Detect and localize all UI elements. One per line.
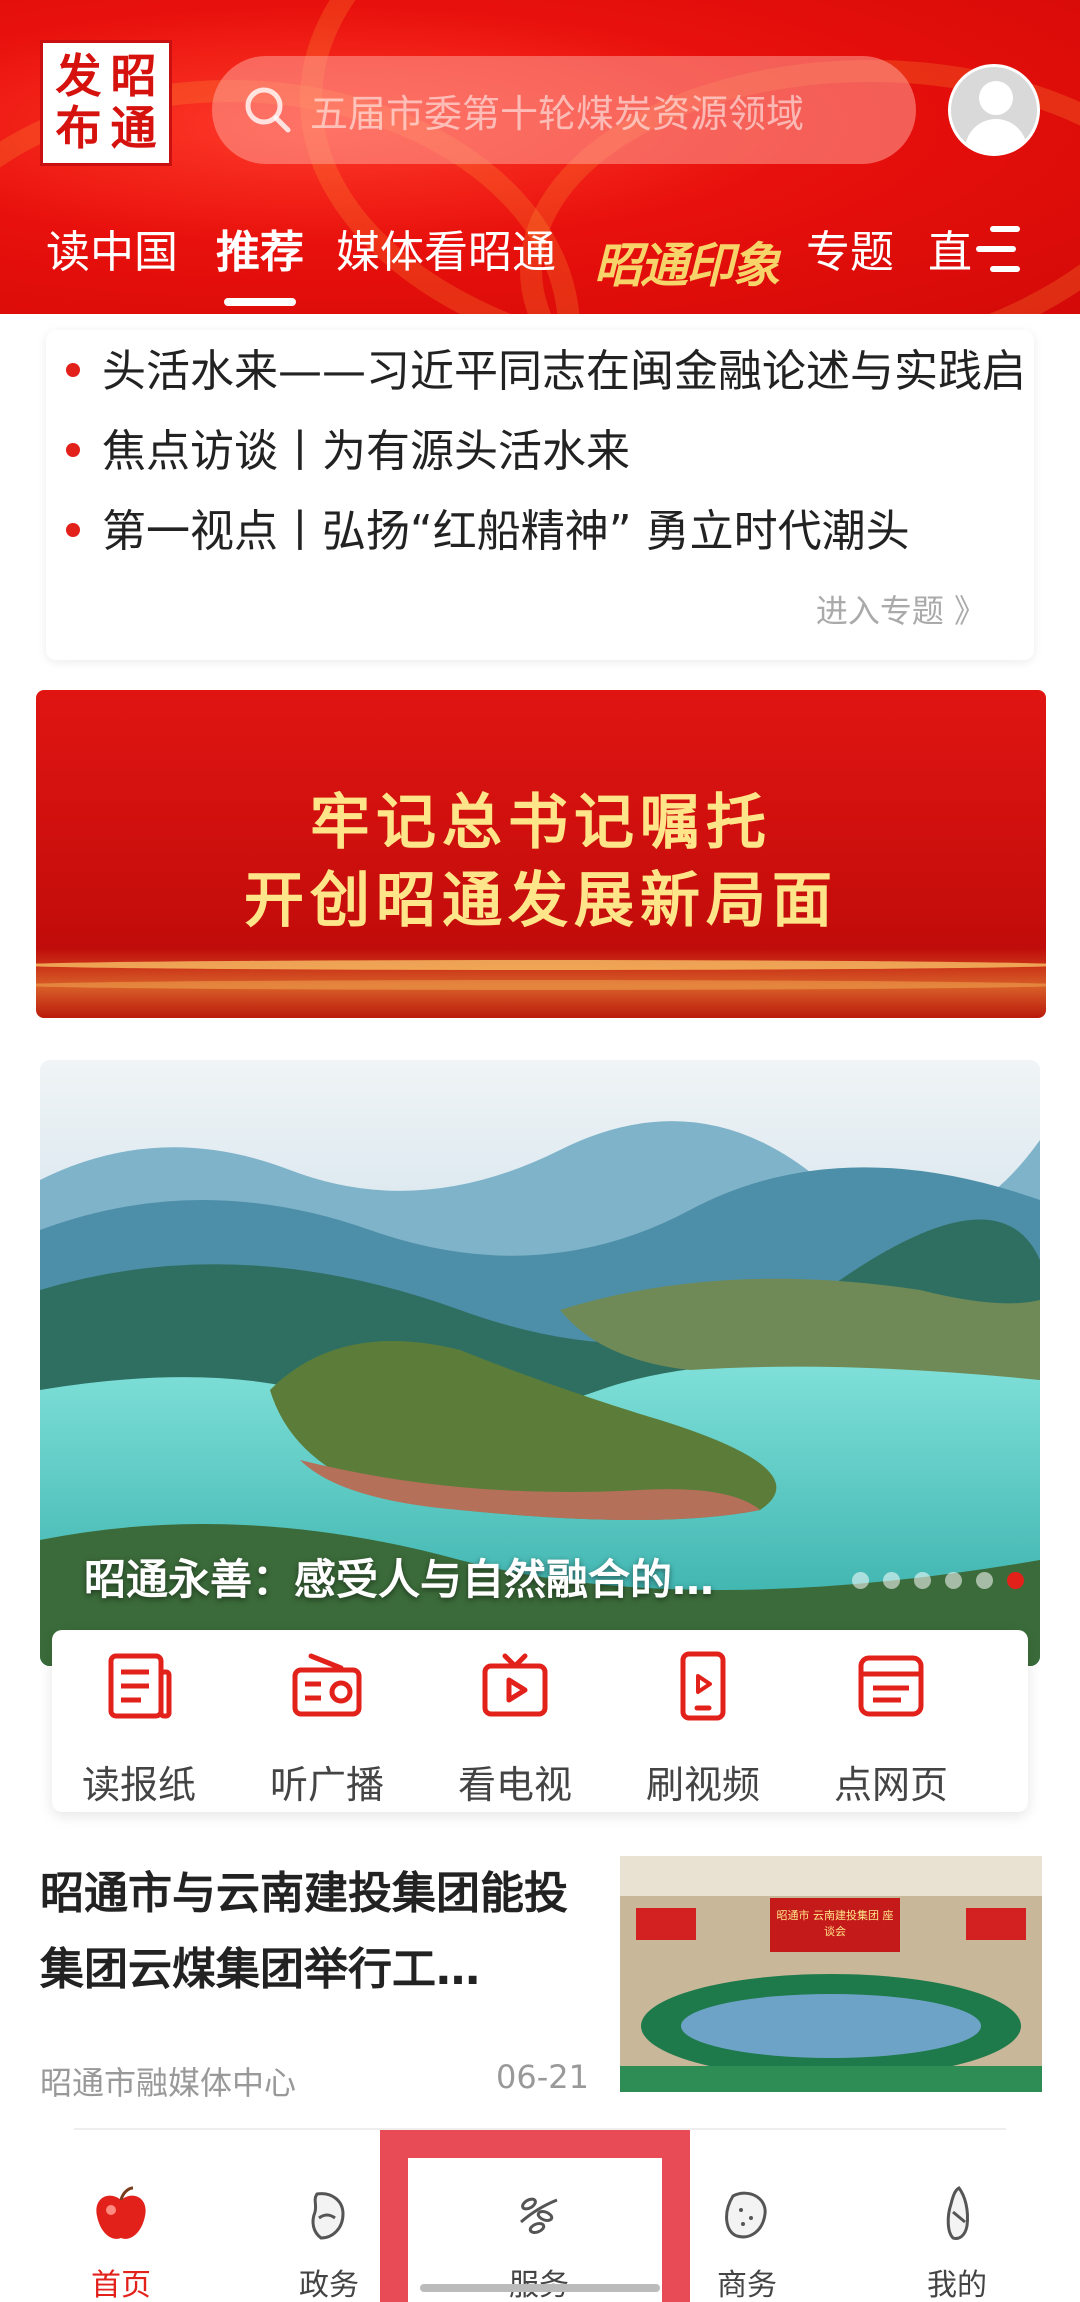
newspaper-icon	[108, 1653, 172, 1719]
media-shortcuts: 读报纸 听广播 看电视 刷视频 点网页	[52, 1630, 1028, 1812]
home-apple-icon	[96, 2186, 146, 2239]
logo-char: 昭	[110, 49, 157, 103]
tab-recommend[interactable]: 推荐	[216, 218, 304, 288]
hero-caption: 昭通永善：感受人与自然融合的…	[84, 1555, 715, 1604]
selection-highlight-frame	[380, 2130, 690, 2302]
slogan-banner[interactable]: 牢记总书记嘱托 开创昭通发展新局面	[36, 690, 1046, 1018]
pager-dot	[976, 1572, 993, 1589]
search-bar[interactable]: 五届市委第十轮煤炭资源领域	[212, 56, 916, 164]
app-screen: 发 昭 布 通 五届市委第十轮煤炭资源领域 读中国 推荐 媒体看昭通 专题 直 …	[0, 0, 1080, 2302]
nav-label: 商务	[717, 2268, 777, 2302]
shortcut-open-webpage[interactable]: 点网页	[816, 1648, 966, 1809]
carousel-pager	[852, 1572, 1024, 1589]
special-topic-card: 头活水来——习近平同志在闽金融论述与实践启 焦点访谈丨为有源头活水来 第一视点丨…	[46, 330, 1034, 660]
pager-dot	[852, 1572, 869, 1589]
topic-headline[interactable]: 头活水来——习近平同志在闽金融论述与实践启	[66, 340, 1026, 404]
radio-icon	[292, 1653, 362, 1717]
channel-menu-icon[interactable]	[976, 224, 1020, 274]
tab-live[interactable]: 直	[928, 218, 972, 288]
business-icon	[725, 2191, 767, 2239]
news-thumbnail: 昭通市 云南建投集团 座谈会	[620, 1856, 1042, 2092]
user-avatar[interactable]	[948, 64, 1040, 156]
shortcut-label: 看电视	[457, 1763, 572, 1807]
news-date: 06-21	[496, 2058, 589, 2096]
hero-carousel[interactable]: 昭通永善：感受人与自然融合的…	[40, 1060, 1040, 1666]
pager-dot	[883, 1572, 900, 1589]
app-logo[interactable]: 发 昭 布 通	[40, 40, 172, 166]
tab-zhaotong-impression[interactable]: 昭通印象	[594, 226, 780, 296]
phone-video-icon	[680, 1651, 726, 1721]
search-icon	[245, 87, 291, 133]
topic-headline-text: 第一视点丨弘扬“红船精神” 勇立时代潮头	[102, 506, 910, 557]
nav-label: 我的	[927, 2268, 987, 2302]
thumbnail-banner-text: 昭通市 云南建投集团 座谈会	[776, 1909, 894, 1938]
news-title: 昭通市与云南建投集团能投集团云煤集团举行工…	[40, 1868, 568, 1995]
banner-line-2: 开创昭通发展新局面	[244, 866, 838, 936]
channel-tabs: 读中国 推荐 媒体看昭通 专题 直	[0, 218, 1080, 298]
logo-char: 通	[110, 101, 157, 155]
news-list-item[interactable]: 昭通市与云南建投集团能投集团云煤集团举行工… 昭通市融媒体中心 06-21 昭通…	[40, 1856, 1042, 2102]
topic-headline[interactable]: 第一视点丨弘扬“红船精神” 勇立时代潮头	[66, 500, 1026, 564]
logo-char: 布	[55, 101, 102, 155]
banner-line-1: 牢记总书记嘱托	[310, 788, 772, 858]
search-placeholder: 五届市委第十轮煤炭资源领域	[310, 91, 805, 136]
shortcut-listen-radio[interactable]: 听广播	[252, 1648, 402, 1809]
nav-label: 首页	[91, 2268, 151, 2302]
shortcut-read-newspaper[interactable]: 读报纸	[64, 1648, 214, 1809]
enter-topic-link[interactable]: 进入专题 》	[816, 586, 986, 632]
government-icon	[311, 2192, 345, 2240]
nav-home[interactable]: 首页	[46, 2182, 196, 2302]
webpage-icon	[858, 1655, 924, 1717]
shortcut-label: 听广播	[269, 1763, 384, 1807]
topic-headline[interactable]: 焦点访谈丨为有源头活水来	[66, 420, 1026, 484]
shortcut-label: 刷视频	[645, 1763, 760, 1807]
topic-headline-text: 焦点访谈丨为有源头活水来	[102, 426, 630, 477]
shortcut-label: 点网页	[833, 1763, 948, 1807]
pager-dot	[914, 1572, 931, 1589]
tab-read-china[interactable]: 读中国	[46, 218, 178, 288]
shortcut-watch-tv[interactable]: 看电视	[440, 1648, 590, 1809]
nav-profile[interactable]: 我的	[882, 2182, 1032, 2302]
active-tab-indicator	[224, 298, 296, 306]
topic-headline-text: 头活水来——习近平同志在闽金融论述与实践启	[102, 346, 1026, 397]
logo-char: 发	[55, 49, 102, 103]
pager-dot-active	[1007, 1572, 1024, 1589]
pager-dot	[945, 1572, 962, 1589]
shortcut-label: 读报纸	[81, 1763, 196, 1807]
news-source: 昭通市融媒体中心	[40, 2064, 297, 2102]
tab-special[interactable]: 专题	[806, 218, 894, 288]
nav-business[interactable]: 商务	[672, 2182, 822, 2302]
profile-icon	[946, 2186, 969, 2240]
home-indicator	[420, 2284, 660, 2292]
tv-icon	[482, 1653, 548, 1717]
shortcut-browse-video[interactable]: 刷视频	[628, 1648, 778, 1809]
tab-media-zhaotong[interactable]: 媒体看昭通	[336, 218, 556, 288]
